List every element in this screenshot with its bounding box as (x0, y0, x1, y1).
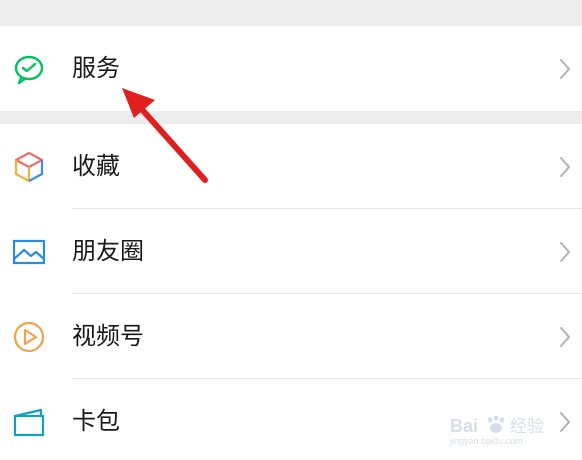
chevron-right-icon (558, 240, 572, 264)
chevron-right-icon (558, 57, 572, 81)
me-page: 服务 收藏 朋友圈 视频号 卡包 Bai 经验 jingyan.baidu.co… (0, 0, 582, 460)
svg-text:jingyan.baidu.com: jingyan.baidu.com (450, 436, 523, 446)
favorites-cube-icon (12, 150, 46, 184)
chevron-right-icon (558, 325, 572, 349)
baidu-jingyan-watermark: Bai 经验 jingyan.baidu.com (450, 412, 560, 446)
service-check-bubble-icon (12, 52, 46, 86)
menu-row-label: 卡包 (72, 407, 120, 435)
menu-group-service: 服务 (0, 26, 582, 111)
svg-text:Bai: Bai (450, 416, 478, 436)
menu-row-label: 朋友圈 (72, 237, 144, 265)
card-wallet-icon (12, 405, 46, 439)
channels-play-icon (12, 320, 46, 354)
chevron-right-icon (558, 155, 572, 179)
menu-row-channels[interactable]: 视频号 (0, 294, 582, 379)
chevron-right-icon (558, 410, 572, 434)
svg-text:经验: 经验 (510, 417, 544, 437)
menu-row-label: 收藏 (72, 152, 120, 180)
menu-row-moments[interactable]: 朋友圈 (0, 209, 582, 294)
menu-row-favorites[interactable]: 收藏 (0, 124, 582, 209)
menu-row-label: 服务 (72, 54, 120, 82)
menu-row-label: 视频号 (72, 322, 144, 350)
menu-row-service[interactable]: 服务 (0, 26, 582, 111)
moments-picture-icon (12, 235, 46, 269)
menu-group-main: 收藏 朋友圈 视频号 卡包 (0, 124, 582, 460)
